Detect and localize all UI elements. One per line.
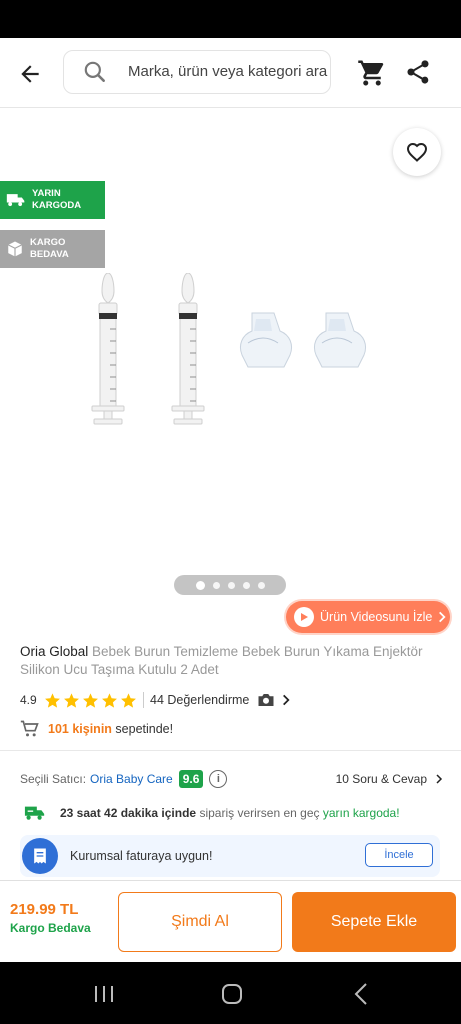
seller-row: Seçili Satıcı: Oria Baby Care 9.6 i 10 S… [20, 767, 445, 791]
star-icon [121, 692, 136, 708]
free-shipping-badge: KARGO BEDAVA [0, 230, 105, 268]
bottom-action-bar: 219.99 TL Kargo Bedava Şimdi Al Sepete E… [0, 880, 461, 962]
star-icon [83, 692, 98, 708]
rating-row[interactable]: 4.9 44 Değerlendirme [20, 689, 450, 711]
cart-icon [20, 720, 39, 737]
delivery-time: 23 saat 42 dakika içinde [60, 806, 197, 820]
back-nav-icon[interactable] [348, 980, 376, 1008]
truck-icon [6, 194, 25, 207]
info-icon[interactable]: i [209, 770, 228, 788]
watch-video-label: Ürün Videosunu İzle [320, 610, 433, 624]
seller-label: Seçili Satıcı: [20, 772, 87, 786]
price: 219.99 TL [10, 901, 79, 918]
next-day-shipping-badge: YARIN KARGODA [0, 181, 105, 219]
delivery-highlight: yarın kargoda! [322, 806, 400, 820]
search-placeholder: Marka, ürün veya kategori ara [128, 63, 328, 80]
product-image [91, 273, 367, 425]
in-cart-suffix: sepetinde! [115, 722, 174, 736]
product-brand[interactable]: Oria Global [20, 644, 88, 659]
pagination-dot[interactable] [195, 580, 205, 590]
home-icon[interactable] [218, 980, 246, 1008]
pagination-dot[interactable] [212, 581, 220, 589]
rating-value: 4.9 [20, 693, 37, 707]
badge-label: KARGO BEDAVA [30, 237, 69, 260]
star-icon [64, 692, 79, 708]
chevron-right-icon [283, 694, 290, 706]
arrow-left-icon [21, 65, 39, 83]
status-bar [0, 0, 461, 38]
divider [0, 750, 461, 751]
heart-icon [406, 142, 428, 162]
delivery-info: 23 saat 42 dakika içinde sipariş verirse… [24, 801, 400, 825]
recent-apps-icon[interactable] [90, 980, 118, 1008]
favorite-button[interactable] [393, 128, 441, 176]
seller-name-link[interactable]: Oria Baby Care [90, 772, 173, 786]
truck-icon [24, 806, 45, 820]
questions-answers-label: 10 Soru & Cevap [335, 772, 427, 786]
search-input[interactable]: Marka, ürün veya kategori ara [63, 50, 331, 94]
pagination-dot[interactable] [227, 581, 235, 589]
share-icon [407, 60, 429, 84]
add-to-cart-button[interactable]: Sepete Ekle [292, 892, 456, 952]
star-icon [102, 692, 117, 708]
search-icon [84, 61, 105, 82]
back-button[interactable] [14, 58, 46, 90]
review-count[interactable]: 44 Değerlendirme [150, 693, 249, 707]
cart-icon [358, 60, 384, 86]
free-shipping-label: Kargo Bedava [10, 921, 91, 935]
share-button[interactable] [404, 58, 432, 88]
product-gallery[interactable]: YARIN KARGODA KARGO BEDAVA [0, 108, 461, 608]
chevron-right-icon [439, 611, 446, 623]
watch-video-button[interactable]: Ürün Videosunu İzle [286, 601, 450, 633]
in-cart-count: 101 kişinin [48, 722, 112, 736]
in-cart-text: 101 kişinin sepetinde! [48, 722, 173, 736]
in-cart-info: 101 kişinin sepetinde! [20, 718, 173, 740]
separator [143, 692, 144, 708]
box-icon [7, 241, 23, 257]
top-bar: Marka, ürün veya kategori ara [0, 38, 461, 108]
camera-icon [258, 694, 274, 706]
pagination-dot[interactable] [257, 581, 265, 589]
star-icon [45, 692, 60, 708]
play-icon [294, 607, 314, 627]
rating-stars [44, 692, 137, 709]
buy-now-button[interactable]: Şimdi Al [118, 892, 282, 952]
pagination-dot[interactable] [242, 581, 250, 589]
questions-answers-link[interactable]: 10 Soru & Cevap [336, 772, 445, 786]
cart-button[interactable] [357, 58, 387, 88]
seller-score-badge: 9.6 [178, 770, 204, 788]
chevron-right-icon [436, 774, 443, 784]
corporate-invoice-banner: Kurumsal faturaya uygun! İncele [20, 835, 440, 877]
system-navigation-bar [0, 962, 461, 1024]
invoice-details-button[interactable]: İncele [365, 843, 433, 867]
invoice-text: Kurumsal faturaya uygun! [70, 849, 213, 863]
invoice-icon [22, 838, 58, 874]
gallery-pagination[interactable] [174, 575, 286, 595]
product-title: Oria Global Bebek Burun Temizleme Bebek … [20, 643, 450, 679]
delivery-middle: sipariş verirsen en geç [199, 806, 320, 820]
delivery-text: 23 saat 42 dakika içinde sipariş verirse… [60, 806, 400, 820]
badge-label: YARIN KARGODA [32, 188, 82, 211]
